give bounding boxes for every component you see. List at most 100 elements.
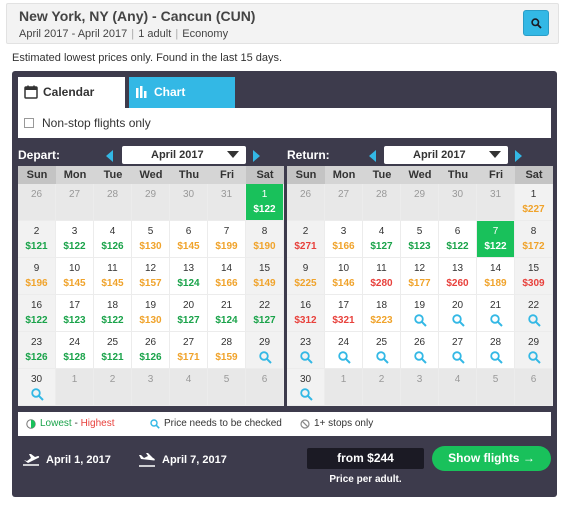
calendar-day[interactable]: 17 $123 [56, 295, 94, 332]
search-icon [452, 314, 465, 327]
calendar-day[interactable]: 22 $127 [246, 295, 284, 332]
calendar-day[interactable]: 10 $145 [56, 258, 94, 295]
calendar-day[interactable]: 29 [246, 332, 284, 369]
day-number: 31 [489, 189, 502, 200]
calendar-day[interactable]: 17 $321 [325, 295, 363, 332]
calendar-day[interactable]: 11 $145 [94, 258, 132, 295]
calendar-day[interactable]: 30 [287, 369, 325, 406]
calendar-day[interactable]: 20 [439, 295, 477, 332]
calendar-day[interactable]: 1 $227 [515, 184, 553, 221]
calendar-day[interactable]: 19 $130 [132, 295, 170, 332]
depart-calendar-grid: Sun Mon Tue Wed Thu Fri Sat 26 27 28 29 30 31 1 $122 2 $… [18, 166, 284, 406]
calendar-day[interactable]: 26 [401, 332, 439, 369]
calendar-day[interactable]: 2 $121 [18, 221, 56, 258]
search-button[interactable] [523, 10, 549, 36]
day-number: 28 [375, 189, 388, 200]
calendar-day[interactable]: 12 $157 [132, 258, 170, 295]
weekday-label: Tue [103, 169, 123, 181]
day-price: $312 [294, 315, 317, 326]
day-price: $171 [177, 352, 200, 363]
day-price: $260 [446, 278, 469, 289]
calendar-day[interactable]: 13 $260 [439, 258, 477, 295]
calendar-day-selected[interactable]: 7 $122 [477, 221, 515, 258]
calendar-day[interactable]: 28 $159 [208, 332, 246, 369]
calendar-day[interactable]: 24 $128 [56, 332, 94, 369]
calendar-day[interactable]: 20 $127 [170, 295, 208, 332]
day-number: 4 [185, 374, 192, 385]
calendar-day[interactable]: 25 $121 [94, 332, 132, 369]
calendar-day: 26 [287, 184, 325, 221]
calendar-day[interactable]: 2 $271 [287, 221, 325, 258]
calendar-day[interactable]: 19 [401, 295, 439, 332]
calendar-day[interactable]: 8 $190 [246, 221, 284, 258]
tab-calendar[interactable]: Calendar [18, 77, 125, 108]
depart-month-select[interactable]: April 2017 [122, 146, 246, 164]
legend-check-price: Price needs to be checked [150, 418, 282, 429]
return-prev-month-arrow[interactable] [369, 150, 376, 162]
day-number: 19 [144, 300, 157, 311]
calendar-day[interactable]: 21 [477, 295, 515, 332]
calendar-day[interactable]: 23 $126 [18, 332, 56, 369]
calendar-day[interactable]: 18 $122 [94, 295, 132, 332]
calendar-day[interactable]: 15 $309 [515, 258, 553, 295]
return-month-select[interactable]: April 2017 [384, 146, 508, 164]
calendar-day[interactable]: 9 $225 [287, 258, 325, 295]
calendar-day[interactable]: 4 $127 [363, 221, 401, 258]
calendar-day[interactable]: 7 $199 [208, 221, 246, 258]
calendar-day[interactable]: 6 $122 [439, 221, 477, 258]
return-next-month-arrow[interactable] [515, 150, 522, 162]
calendar-day: 6 [515, 369, 553, 406]
calendar-day[interactable]: 6 $145 [170, 221, 208, 258]
calendar-day[interactable]: 21 $124 [208, 295, 246, 332]
return-label: Return: [287, 148, 330, 162]
nonstop-label: Non-stop flights only [42, 116, 151, 130]
calendar-day[interactable]: 3 $122 [56, 221, 94, 258]
calendar-day[interactable]: 28 [477, 332, 515, 369]
calendar-day: 27 [325, 184, 363, 221]
calendar-day[interactable]: 5 $130 [132, 221, 170, 258]
calendar-day[interactable]: 25 [363, 332, 401, 369]
calendar-day[interactable]: 24 [325, 332, 363, 369]
chevron-down-icon [227, 151, 239, 158]
weekday-label: Thu [447, 169, 469, 181]
weekday-header: Sun Mon Tue Wed Thu Fri Sat [287, 166, 553, 184]
calendar-week-row: 23 24 25 26 27 28 29 [287, 332, 553, 369]
calendar-day[interactable]: 8 $172 [515, 221, 553, 258]
depart-prev-month-arrow[interactable] [106, 150, 113, 162]
calendar-day[interactable]: 27 [439, 332, 477, 369]
day-number: 1 [340, 374, 347, 385]
day-number: 5 [223, 374, 230, 385]
show-flights-button[interactable]: Show flights → [432, 446, 551, 471]
calendar-day[interactable]: 10 $146 [325, 258, 363, 295]
calendar-day[interactable]: 4 $126 [94, 221, 132, 258]
depart-next-month-arrow[interactable] [253, 150, 260, 162]
tab-chart[interactable]: Chart [129, 77, 235, 108]
day-price: $127 [177, 315, 200, 326]
calendar-day[interactable]: 5 $123 [401, 221, 439, 258]
calendar-day: 28 [94, 184, 132, 221]
calendar-day[interactable]: 15 $149 [246, 258, 284, 295]
calendar-day[interactable]: 16 $312 [287, 295, 325, 332]
calendar-day[interactable]: 11 $280 [363, 258, 401, 295]
calendar-day[interactable]: 16 $122 [18, 295, 56, 332]
calendar-week-row: 16 $312 17 $321 18 $223 19 20 21 22 [287, 295, 553, 332]
calendar-day[interactable]: 29 [515, 332, 553, 369]
calendar-day[interactable]: 26 $126 [132, 332, 170, 369]
calendar-day[interactable]: 14 $166 [208, 258, 246, 295]
calendar-day: 29 [132, 184, 170, 221]
nonstop-checkbox[interactable] [24, 118, 34, 128]
calendar-day[interactable]: 18 $223 [363, 295, 401, 332]
calendar-day-selected[interactable]: 1 $122 [246, 184, 284, 221]
calendar-day: 4 [439, 369, 477, 406]
search-icon [414, 351, 427, 364]
calendar-day[interactable]: 23 [287, 332, 325, 369]
day-price: $280 [370, 278, 393, 289]
calendar-day[interactable]: 12 $177 [401, 258, 439, 295]
calendar-day[interactable]: 3 $166 [325, 221, 363, 258]
calendar-day[interactable]: 9 $196 [18, 258, 56, 295]
calendar-day[interactable]: 27 $171 [170, 332, 208, 369]
calendar-day[interactable]: 13 $124 [170, 258, 208, 295]
calendar-day[interactable]: 14 $189 [477, 258, 515, 295]
calendar-day[interactable]: 22 [515, 295, 553, 332]
calendar-day[interactable]: 30 [18, 369, 56, 406]
